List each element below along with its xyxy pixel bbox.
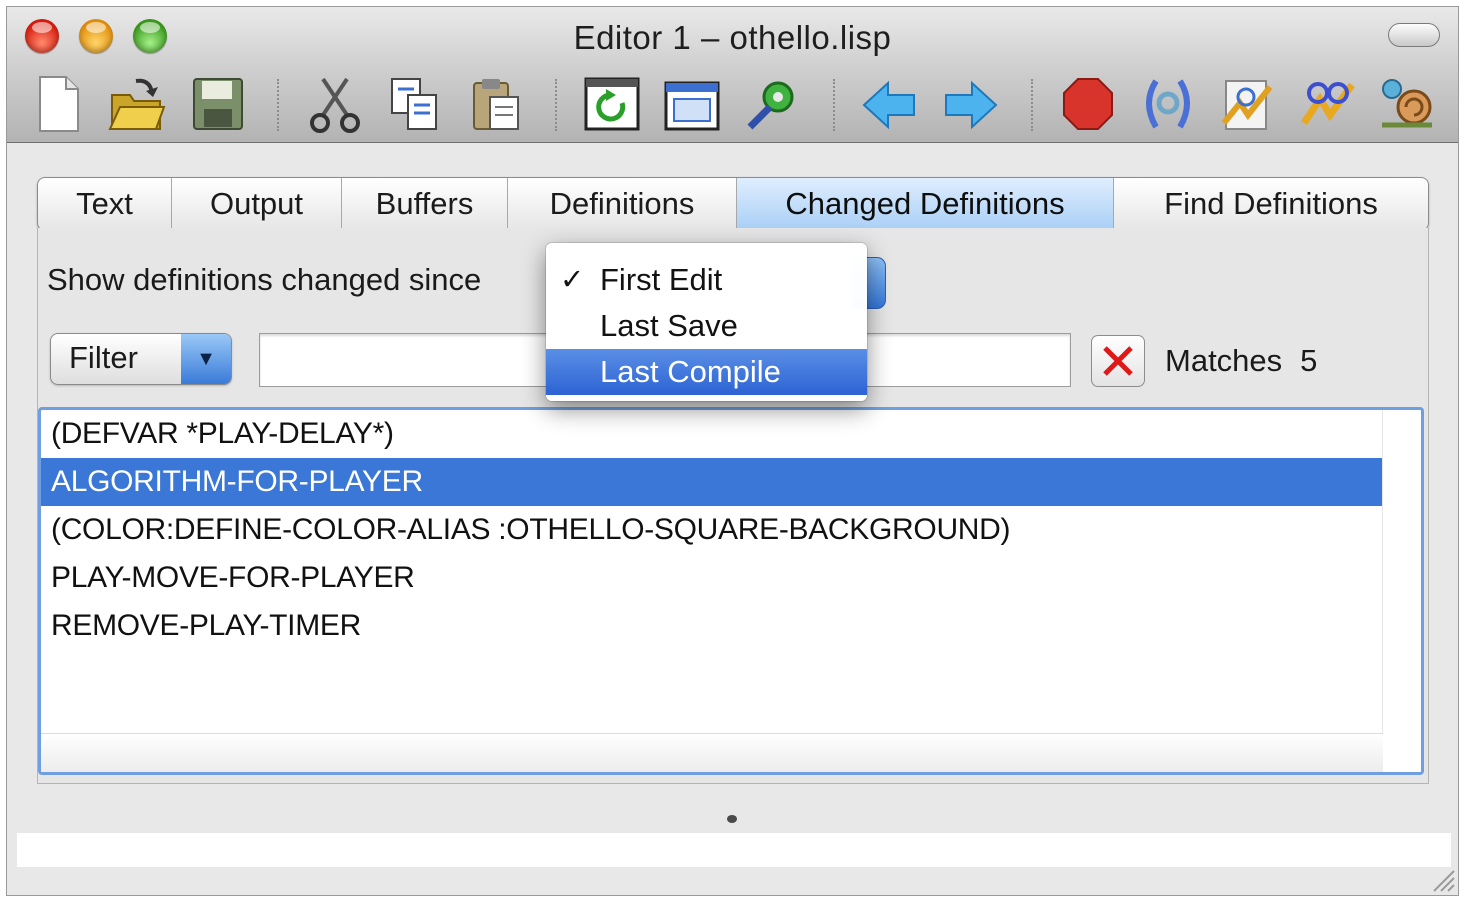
copy-icon (391, 78, 437, 130)
compile-buffer-icon (1301, 82, 1355, 125)
definitions-list-items: (DEFVAR *PLAY-DELAY*) ALGORITHM-FOR-PLAY… (41, 410, 1383, 734)
tools-gear-icon (747, 81, 794, 130)
window-title: Editor 1 – othello.lisp (573, 19, 892, 56)
menu-item-label: First Edit (600, 262, 723, 297)
window-chrome: Editor 1 – othello.lisp (7, 7, 1458, 143)
filter-dropdown[interactable]: Filter ▼ (50, 333, 232, 385)
filter-label: Filter (69, 340, 138, 375)
new-file-button[interactable] (27, 71, 89, 137)
compile-buffer-button[interactable] (1297, 71, 1359, 137)
pane-splitter-handle[interactable] (727, 815, 737, 823)
menu-item-last-compile[interactable]: Last Compile (546, 349, 867, 395)
stop-icon (1063, 78, 1113, 130)
open-file-button[interactable] (105, 71, 167, 137)
inspect-button[interactable] (1137, 71, 1199, 137)
scrollbar-corner (1383, 734, 1421, 772)
forward-button[interactable] (939, 71, 1001, 137)
inspect-icon (1146, 79, 1190, 129)
tab-output[interactable]: Output (172, 178, 342, 230)
stop-button[interactable] (1057, 71, 1119, 137)
tab-definitions[interactable]: Definitions (508, 178, 737, 230)
since-label: Show definitions changed since (47, 262, 482, 297)
forward-arrow-icon (945, 80, 998, 130)
definitions-list[interactable]: (DEFVAR *PLAY-DELAY*) ALGORITHM-FOR-PLAY… (38, 407, 1424, 775)
editor-window: Editor 1 – othello.lisp Text Output Buff… (6, 6, 1459, 896)
paste-button[interactable] (465, 71, 527, 137)
list-item[interactable]: ALGORITHM-FOR-PLAYER (41, 458, 1383, 506)
tab-bar: Text Output Buffers Definitions Changed … (37, 177, 1429, 231)
refresh-window-button[interactable] (581, 71, 643, 137)
toolbar-separator (277, 79, 279, 131)
tab-find-definitions[interactable]: Find Definitions (1114, 178, 1428, 230)
vertical-scrollbar[interactable] (1382, 410, 1421, 734)
list-item[interactable]: (COLOR:DEFINE-COLOR-ALIAS :OTHELLO-SQUAR… (41, 506, 1383, 554)
tab-buffers[interactable]: Buffers (342, 178, 508, 230)
menu-item-label: Last Save (600, 308, 738, 343)
resize-grip-icon[interactable] (1428, 865, 1456, 893)
back-button[interactable] (859, 71, 921, 137)
new-window-button[interactable] (661, 71, 723, 137)
close-icon (1103, 346, 1133, 376)
cut-scissors-icon (310, 77, 360, 133)
save-disk-icon (193, 78, 243, 130)
menu-item-last-save[interactable]: Last Save (546, 303, 867, 349)
compile-icon (1221, 80, 1273, 130)
horizontal-scrollbar[interactable] (41, 733, 1383, 772)
save-button[interactable] (187, 71, 249, 137)
toolbar-separator (1031, 79, 1033, 131)
checkmark-icon: ✓ (560, 264, 585, 296)
open-folder-icon (108, 78, 166, 130)
clear-filter-button[interactable] (1091, 335, 1145, 387)
snail-icon (1382, 79, 1432, 128)
matches-count: 5 (1300, 343, 1318, 378)
list-item[interactable]: (DEFVAR *PLAY-DELAY*) (41, 410, 1383, 458)
compile-button[interactable] (1217, 71, 1279, 137)
matches-readout: Matches 5 (1165, 343, 1317, 379)
tab-changed-definitions[interactable]: Changed Definitions (737, 178, 1114, 230)
since-dropdown-menu: ✓ First Edit Last Save Last Compile (546, 243, 867, 401)
list-item[interactable]: PLAY-MOVE-FOR-PLAYER (41, 554, 1383, 602)
snail-button[interactable] (1377, 71, 1439, 137)
new-file-icon (39, 76, 79, 132)
new-window-icon (664, 81, 720, 131)
list-item[interactable]: REMOVE-PLAY-TIMER (41, 602, 1383, 650)
copy-button[interactable] (383, 71, 445, 137)
back-arrow-icon (862, 80, 915, 130)
menu-item-label: Last Compile (600, 354, 781, 389)
tools-button[interactable] (741, 71, 803, 137)
paste-icon (473, 79, 519, 130)
toolbar-toggle-button[interactable] (1388, 23, 1440, 47)
toolbar-separator (833, 79, 835, 131)
matches-label: Matches (1165, 343, 1283, 378)
toolbar-separator (555, 79, 557, 131)
cut-button[interactable] (304, 71, 366, 137)
menu-item-first-edit[interactable]: ✓ First Edit (546, 257, 867, 303)
chevron-down-icon: ▼ (181, 334, 231, 384)
refresh-window-icon (584, 77, 640, 131)
tab-text[interactable]: Text (38, 178, 172, 230)
echo-area[interactable] (17, 833, 1451, 867)
